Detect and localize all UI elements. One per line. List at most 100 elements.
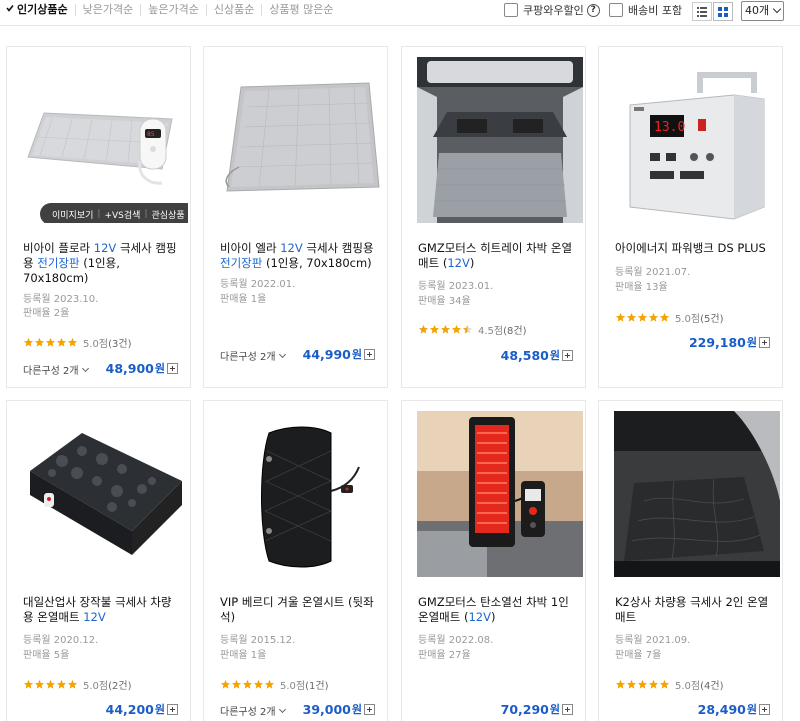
price-value: 48,900	[105, 360, 154, 376]
price: 44,990 원	[303, 346, 375, 362]
product-name[interactable]: K2상사 차량용 극세사 2인 온열매트	[615, 595, 771, 625]
compare-add-button[interactable]	[364, 348, 375, 360]
image-view-button[interactable]: 이미지보기	[48, 208, 97, 221]
compare-add-button[interactable]	[167, 362, 178, 374]
sales-rate: 판매율 27율	[418, 650, 471, 661]
vs-search-button[interactable]: +VS검색	[100, 208, 144, 221]
sales-rate: 판매율 5율	[23, 650, 70, 661]
sort-tab-most-reviews[interactable]: 상품평 많은순	[261, 4, 340, 16]
price-value: 28,490	[697, 701, 746, 717]
name-part: )	[490, 610, 496, 624]
price-unit: 원	[351, 703, 362, 716]
star-rating	[615, 312, 670, 323]
review-count[interactable]: (4건)	[700, 677, 723, 692]
list-view-button[interactable]	[692, 2, 712, 21]
car-trunk-mat-image	[417, 57, 583, 223]
other-options-label: 다른구성 2개	[23, 366, 79, 377]
sort-tab-high-price[interactable]: 높은가격순	[140, 4, 206, 16]
compare-add-button[interactable]	[759, 703, 770, 715]
name-part: (1인용, 70x180cm)	[262, 256, 372, 270]
product-name[interactable]: GMZ모터스 탄소열선 차박 1인 온열매트 (12V)	[418, 595, 574, 625]
other-options-label: 다른구성 2개	[220, 707, 276, 718]
star-icon	[626, 312, 637, 322]
product-image[interactable]	[219, 57, 385, 223]
star-icon	[23, 337, 34, 347]
grid-view-button[interactable]	[713, 2, 733, 21]
rating-score: 5.0점	[280, 681, 306, 692]
product-card[interactable]: 13.0 아이에너지 파워뱅크 DS PLUS 등록월 2021.07. 판매율…	[598, 46, 783, 388]
svg-text:85: 85	[147, 131, 155, 138]
product-image[interactable]: 85 이미지보기 | +VS검색 | 관심상품	[22, 57, 188, 223]
other-options[interactable]: 다른구성 2개	[220, 703, 286, 718]
price-value: 44,990	[302, 346, 351, 362]
other-options[interactable]: 다른구성 2개	[23, 362, 89, 377]
wishlist-button[interactable]: 관심상품	[147, 208, 188, 221]
registration-date: 등록월 2021.09.	[615, 635, 691, 646]
compare-add-button[interactable]	[759, 336, 770, 348]
check-icon	[6, 5, 14, 12]
name-part: 아이에너지 파워뱅크 DS PLUS	[615, 241, 766, 255]
compare-add-button[interactable]	[562, 349, 573, 361]
name-part: GMZ모터스 히트레이 차박 온열매트 (	[418, 241, 573, 270]
product-name[interactable]: VIP 베르디 겨울 온열시트 (뒷좌석)	[220, 595, 376, 625]
review-count[interactable]: (3건)	[108, 335, 131, 350]
product-name[interactable]: 비아이 플로라 12V 극세사 캠핑용 전기장판 (1인용, 70x180cm)	[23, 241, 179, 286]
name-part: K2상사 차량용 극세사 2인 온열매트	[615, 595, 769, 624]
sort-tab-newest[interactable]: 신상품순	[205, 4, 261, 16]
product-image[interactable]	[417, 411, 583, 577]
coupang-discount-checkbox[interactable]	[504, 3, 518, 17]
chevron-down-icon	[772, 4, 782, 14]
product-name[interactable]: GMZ모터스 히트레이 차박 온열매트 (12V)	[418, 241, 574, 271]
shipping-included-label: 배송비 포함	[628, 4, 683, 17]
rating-score: 4.5점	[478, 326, 504, 337]
rating: 5.0점 (5건)	[615, 310, 723, 325]
star-icon	[45, 337, 56, 347]
product-card[interactable]: 대일산업사 장작불 극세사 차량용 온열매트 12V 등록월 2020.12. …	[6, 400, 191, 721]
product-image[interactable]	[219, 411, 385, 577]
star-icon	[220, 679, 231, 689]
product-card[interactable]: K2상사 차량용 극세사 2인 온열매트 등록월 2021.09. 판매율 7율…	[598, 400, 783, 721]
price-unit: 원	[351, 348, 362, 361]
product-card[interactable]: 85 이미지보기 | +VS검색 | 관심상품 비아이 플로라 12V 극세사 캠핑…	[6, 46, 191, 388]
product-card[interactable]: GMZ모터스 히트레이 차박 온열매트 (12V) 등록월 2023.01. 판…	[401, 46, 586, 388]
sales-rate: 판매율 13율	[615, 282, 668, 293]
sales-rate: 판매율 1율	[220, 294, 267, 305]
other-options[interactable]: 다른구성 2개	[220, 348, 286, 363]
product-card[interactable]: VIP 베르디 겨울 온열시트 (뒷좌석) 등록월 2015.12. 판매율 1…	[203, 400, 388, 721]
star-rating	[23, 337, 78, 348]
product-image[interactable]: 13.0	[614, 57, 780, 223]
product-name[interactable]: 아이에너지 파워뱅크 DS PLUS	[615, 241, 771, 256]
name-part: VIP 베르디 겨울 온열시트 (뒷좌석)	[220, 595, 374, 624]
review-count[interactable]: (5건)	[700, 310, 723, 325]
review-count[interactable]: (1건)	[305, 677, 328, 692]
page-size-select[interactable]: 40개	[741, 1, 784, 21]
help-icon[interactable]: ?	[586, 3, 600, 17]
star-icon	[462, 324, 473, 334]
shipping-included-option[interactable]: 배송비 포함	[609, 2, 682, 18]
product-name[interactable]: 대일산업사 장작불 극세사 차량용 온열매트 12V	[23, 595, 179, 625]
star-icon	[34, 679, 45, 689]
product-card[interactable]: 비아이 엘라 12V 극세사 캠핑용 전기장판 (1인용, 70x180cm) …	[203, 46, 388, 388]
compare-add-button[interactable]	[167, 703, 178, 715]
coupang-discount-option[interactable]: 쿠팡와우할인 ?	[504, 2, 600, 18]
star-icon	[429, 324, 440, 334]
product-card[interactable]: GMZ모터스 탄소열선 차박 1인 온열매트 (12V) 등록월 2022.08…	[401, 400, 586, 721]
review-count[interactable]: (8건)	[503, 322, 526, 337]
power-bank-image: 13.0	[614, 57, 780, 223]
product-image[interactable]	[417, 57, 583, 223]
review-count[interactable]: (2건)	[108, 677, 131, 692]
sort-tab-low-price[interactable]: 낮은가격순	[74, 4, 141, 16]
product-image[interactable]	[614, 411, 780, 577]
compare-add-button[interactable]	[364, 703, 375, 715]
product-name[interactable]: 비아이 엘라 12V 극세사 캠핑용 전기장판 (1인용, 70x180cm)	[220, 241, 376, 271]
shipping-included-checkbox[interactable]	[609, 3, 623, 17]
star-icon	[440, 324, 451, 334]
compare-add-button[interactable]	[562, 703, 573, 715]
seat-mat-image	[22, 411, 188, 577]
name-highlight: 12V	[447, 256, 470, 270]
other-options-label: 다른구성 2개	[220, 352, 276, 363]
name-highlight: 전기장판	[37, 256, 80, 270]
product-image[interactable]	[22, 411, 188, 577]
sort-tab-popular[interactable]: 인기상품순	[6, 4, 75, 16]
price: 28,490 원	[698, 701, 770, 717]
